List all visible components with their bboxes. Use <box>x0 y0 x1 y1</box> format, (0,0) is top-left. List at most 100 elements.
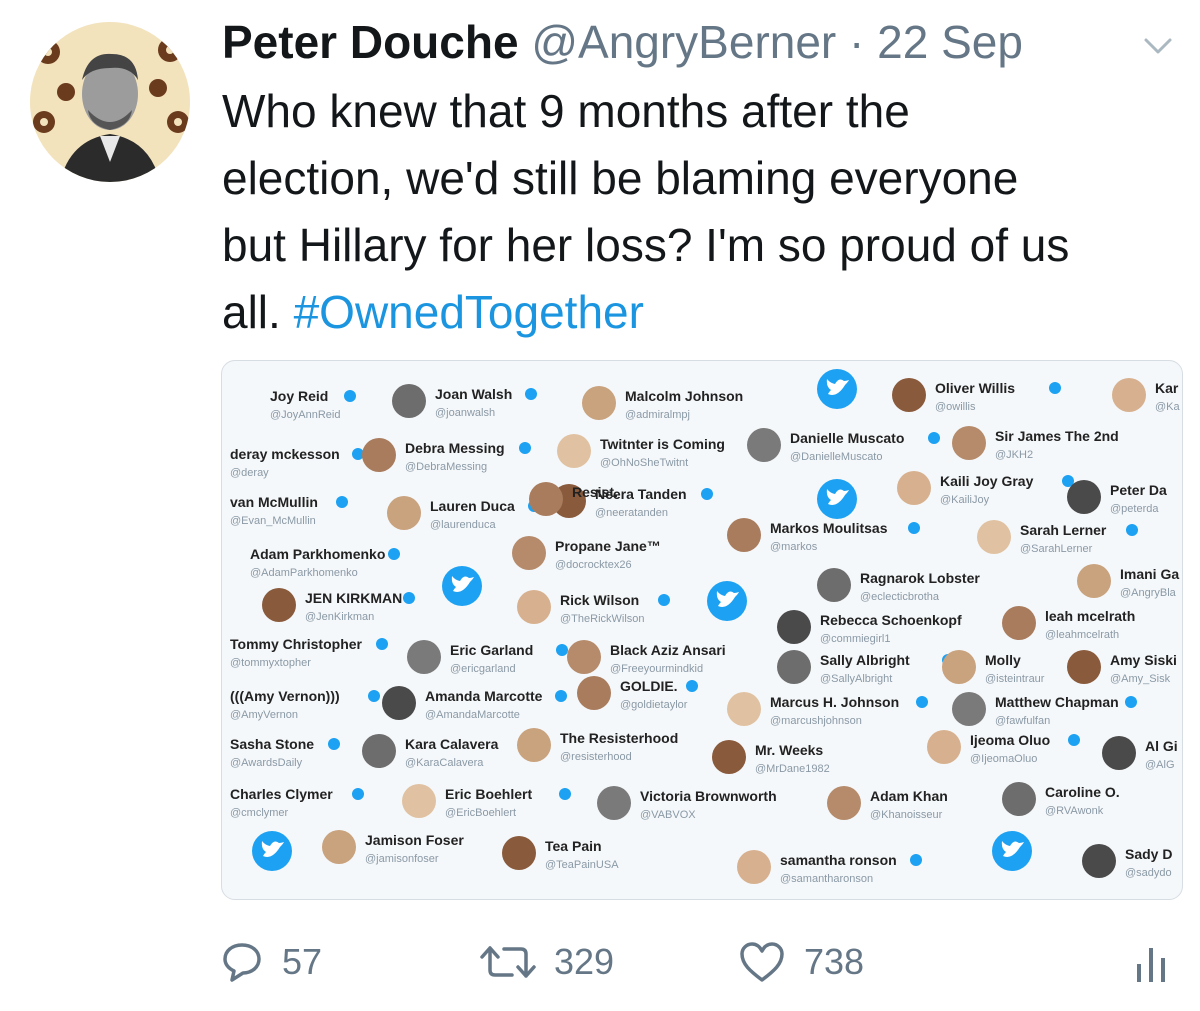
account-avatar <box>502 836 536 870</box>
account-handle: @cmclymer <box>230 807 289 819</box>
account-avatar <box>927 730 961 764</box>
account-avatar <box>1102 736 1136 770</box>
account-handle: @isteintraur <box>985 673 1045 685</box>
account-card: Joan Walsh @joanwalsh <box>392 384 537 419</box>
account-avatar <box>392 384 426 418</box>
account-avatar <box>712 740 746 774</box>
account-name: Charles Clymer <box>230 786 333 802</box>
account-handle: @neeratanden <box>595 507 668 519</box>
account-card: Victoria Brownworth @VABVOX <box>597 786 777 821</box>
retweet-button[interactable]: 329 <box>480 940 614 984</box>
account-avatar <box>567 640 601 674</box>
account-avatar <box>817 568 851 602</box>
account-avatar <box>582 386 616 420</box>
account-avatar <box>1067 650 1101 684</box>
verified-badge-icon <box>1125 696 1137 708</box>
account-handle: @DanielleMuscato <box>790 451 883 463</box>
like-button[interactable]: 738 <box>738 940 864 984</box>
reply-icon <box>223 943 261 982</box>
account-avatar <box>1002 606 1036 640</box>
author-avatar[interactable] <box>30 22 190 182</box>
account-handle: @joanwalsh <box>435 407 495 419</box>
account-avatar <box>897 471 931 505</box>
account-card: Adam Khan @Khanoisseur <box>827 786 948 821</box>
account-avatar <box>512 536 546 570</box>
account-name: Joan Walsh <box>435 386 512 402</box>
account-name: Victoria Brownworth <box>640 788 777 804</box>
account-handle: @marcushjohnson <box>770 715 862 727</box>
account-avatar <box>952 426 986 460</box>
tweet-date[interactable]: 22 Sep <box>877 16 1023 68</box>
account-handle: @samantharonson <box>780 873 873 885</box>
account-avatar <box>727 518 761 552</box>
account-card: Danielle Muscato @DanielleMuscato <box>747 428 940 463</box>
twitter-bird-icon <box>442 566 482 606</box>
account-handle: @JenKirkman <box>305 611 374 623</box>
account-name: Kaili Joy Gray <box>940 473 1034 489</box>
account-card: Imani Ga @AngryBla <box>1077 564 1179 599</box>
tweet-media-image[interactable]: Joy Reid @JoyAnnReid Joan Walsh @joanwalsh M… <box>221 360 1183 900</box>
reply-button[interactable]: 57 <box>220 940 322 984</box>
account-handle: @ericgarland <box>450 663 516 675</box>
verified-badge-icon <box>928 432 940 444</box>
verified-badge-icon <box>916 696 928 708</box>
account-handle: @resisterhood <box>560 751 632 763</box>
account-name: Tommy Christopher <box>230 636 363 652</box>
account-avatar <box>727 692 761 726</box>
account-name: Sarah Lerner <box>1020 522 1107 538</box>
account-name: Rick Wilson <box>560 592 639 608</box>
account-card: (((Amy Vernon))) @AmyVernon <box>230 688 380 721</box>
account-card: Amy Siski @Amy_Sisk <box>1067 650 1177 685</box>
account-name: Sally Albright <box>820 652 910 668</box>
chevron-down-icon[interactable] <box>1140 34 1176 58</box>
verified-badge-icon <box>556 644 568 656</box>
account-avatar <box>737 850 771 884</box>
hashtag-link[interactable]: #OwnedTogether <box>294 286 644 338</box>
account-card: Rick Wilson @TheRickWilson <box>517 590 670 625</box>
account-name: Kar <box>1155 380 1179 396</box>
account-card: Kaili Joy Gray @KailiJoy <box>897 471 1074 506</box>
account-card: van McMullin @Evan_McMullin <box>230 494 348 527</box>
account-handle: @fawfulfan <box>995 715 1050 727</box>
account-name: Sasha Stone <box>230 736 314 752</box>
account-handle: @goldietaylor <box>620 699 688 711</box>
account-card: Adam Parkhomenko @AdamParkhomenko <box>250 546 400 579</box>
tweet-text-line: election, we'd still be blaming everyone <box>222 152 1019 204</box>
account-avatar <box>942 650 976 684</box>
verified-badge-icon <box>555 690 567 702</box>
verified-badge-icon <box>336 496 348 508</box>
account-card: Rebecca Schoenkopf @commiegirl1 <box>777 610 962 645</box>
account-name: leah mcelrath <box>1045 608 1135 624</box>
account-avatar <box>387 496 421 530</box>
account-name: Jamison Foser <box>365 832 464 848</box>
account-name: Lauren Duca <box>430 498 515 514</box>
account-avatar <box>322 830 356 864</box>
verified-badge-icon <box>403 592 415 604</box>
verified-badge-icon <box>519 442 531 454</box>
account-card: Twitnter is Coming @OhNoSheTwitnt <box>557 434 725 469</box>
account-name: Markos Moulitsas <box>770 520 888 536</box>
account-name: Adam Khan <box>870 788 948 804</box>
account-card: Joy Reid @JoyAnnReid <box>270 388 356 421</box>
account-card: Molly @isteintraur <box>942 650 1045 685</box>
analytics-button[interactable] <box>1134 944 1168 984</box>
author-name[interactable]: Peter Douche <box>222 16 519 68</box>
account-name: Resist. <box>572 484 618 500</box>
tweet-header: Peter Douche @AngryBerner · 22 Sep <box>222 14 1023 70</box>
account-name: Mr. Weeks <box>755 742 823 758</box>
twitter-bird-icon <box>817 369 857 409</box>
account-name: (((Amy Vernon))) <box>230 688 340 704</box>
account-avatar <box>777 650 811 684</box>
account-name: Malcolm Johnson <box>625 388 743 404</box>
account-avatar <box>577 676 611 710</box>
author-handle[interactable]: @AngryBerner <box>531 16 836 68</box>
account-card: Marcus H. Johnson @marcushjohnson <box>727 692 928 727</box>
verified-badge-icon <box>1126 524 1138 536</box>
account-handle: @KaraCalavera <box>405 757 484 769</box>
account-name: Al Gi <box>1145 738 1178 754</box>
account-card: samantha ronson @samantharonson <box>737 850 922 885</box>
account-avatar <box>597 786 631 820</box>
account-name: Amy Siski <box>1110 652 1177 668</box>
account-card: Tommy Christopher @tommyxtopher <box>230 636 388 669</box>
account-avatar <box>557 434 591 468</box>
